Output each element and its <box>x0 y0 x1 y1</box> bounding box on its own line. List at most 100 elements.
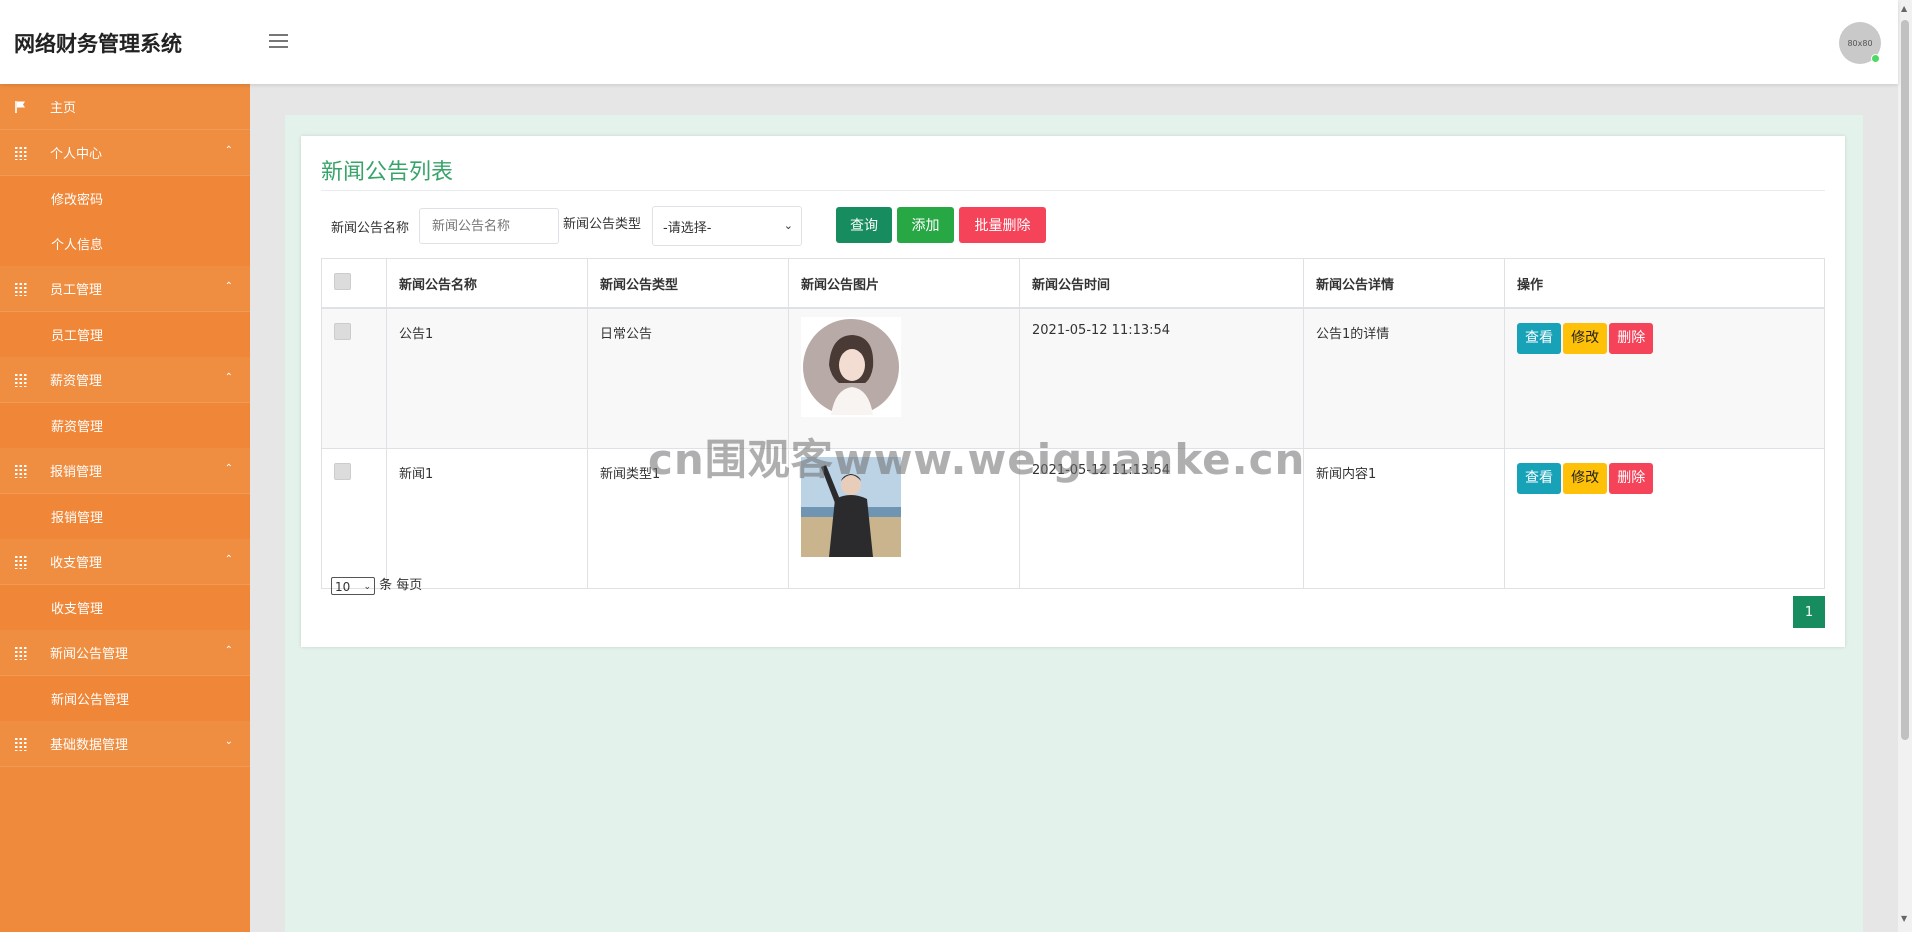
chevron-up-icon: ⌃ <box>224 463 233 474</box>
scroll-up-arrow-icon[interactable]: ▲ <box>1901 4 1907 13</box>
news-detail-cell: 新闻内容1 <box>1303 448 1505 589</box>
sidebar-group-personal-center[interactable]: 个人中心 ⌃ <box>0 130 250 176</box>
news-name-cell: 公告1 <box>386 307 588 449</box>
column-header: 新闻公告名称 <box>386 258 588 309</box>
sidebar-item-label: 报销管理 <box>50 465 103 480</box>
sidebar-item-label: 修改密码 <box>51 193 104 208</box>
row-checkbox-cell <box>321 307 387 449</box>
page-scrollbar[interactable]: ▲ ▼ <box>1898 0 1912 932</box>
chevron-down-icon: ⌄ <box>224 736 233 747</box>
watermark: cn围观客www.weiguanke.cn <box>648 435 1306 484</box>
name-filter-label: 新闻公告名称 <box>331 221 410 236</box>
page-number-button[interactable]: 1 <box>1793 596 1825 628</box>
news-image <box>801 317 901 417</box>
page-size-suffix: 条 每页 <box>379 578 423 593</box>
row-checkbox[interactable] <box>334 323 351 340</box>
online-status-dot <box>1871 54 1880 63</box>
sidebar-item-employee-management[interactable]: 员工管理 <box>0 312 250 357</box>
actions-cell: 查看 修改 删除 <box>1504 307 1825 449</box>
sidebar-group-basic-data[interactable]: 基础数据管理 ⌄ <box>0 721 250 767</box>
select-all-checkbox[interactable] <box>334 272 351 290</box>
chevron-up-icon: ⌃ <box>224 554 233 565</box>
sidebar-item-label: 新闻公告管理 <box>50 647 129 662</box>
scrollbar-thumb[interactable] <box>1901 20 1909 740</box>
avatar[interactable]: 80x80 <box>1839 22 1881 64</box>
search-form: 新闻公告名称 新闻公告类型 -请选择- ⌄ 查询 添加 批量删除 <box>331 206 1831 248</box>
menu-toggle-icon[interactable] <box>269 34 288 48</box>
type-select-value: -请选择- <box>663 220 712 236</box>
news-table: 新闻公告名称 新闻公告类型 新闻公告图片 新闻公告时间 新闻公告详情 操作 公告… <box>321 258 1825 589</box>
app-title: 网络财务管理系统 <box>14 32 182 56</box>
edit-button[interactable]: 修改 <box>1563 463 1608 494</box>
chevron-down-icon: ⌄ <box>783 219 793 232</box>
row-checkbox-cell <box>321 448 387 589</box>
sidebar-item-label: 个人中心 <box>50 147 103 162</box>
sidebar-item-news-management[interactable]: 新闻公告管理 <box>0 676 250 721</box>
name-search-input[interactable] <box>419 208 559 244</box>
sidebar: 主页 个人中心 ⌃ 修改密码 个人信息 员工管理 ⌃ 员工管理 薪资管理 ⌃ 薪… <box>0 84 250 932</box>
column-header: 新闻公告图片 <box>788 258 1020 309</box>
type-filter-label: 新闻公告类型 <box>563 217 642 232</box>
sidebar-item-label: 报销管理 <box>51 511 104 526</box>
scroll-down-arrow-icon[interactable]: ▼ <box>1901 914 1907 923</box>
sidebar-item-label: 收支管理 <box>51 602 104 617</box>
view-button[interactable]: 查看 <box>1517 463 1561 494</box>
chevron-up-icon: ⌃ <box>224 645 233 656</box>
delete-button[interactable]: 删除 <box>1609 463 1654 494</box>
top-bar: 网络财务管理系统 80x80 <box>0 0 1898 84</box>
sidebar-group-salary[interactable]: 薪资管理 ⌃ <box>0 357 250 403</box>
sidebar-item-label: 新闻公告管理 <box>51 693 130 708</box>
page-title: 新闻公告列表 <box>321 160 454 185</box>
column-header: 新闻公告时间 <box>1019 258 1304 309</box>
chevron-up-icon: ⌃ <box>224 145 233 156</box>
query-button[interactable]: 查询 <box>836 207 892 243</box>
grid-icon <box>14 736 28 751</box>
sidebar-item-label: 基础数据管理 <box>50 738 129 753</box>
grid-icon <box>14 554 28 569</box>
type-select[interactable]: -请选择- ⌄ <box>652 206 802 246</box>
grid-icon <box>14 281 28 296</box>
grid-icon <box>14 645 28 660</box>
sidebar-item-reimbursement-management[interactable]: 报销管理 <box>0 494 250 539</box>
chevron-up-icon: ⌃ <box>224 372 233 383</box>
view-button[interactable]: 查看 <box>1517 323 1561 354</box>
grid-icon <box>14 463 28 478</box>
flag-icon <box>15 100 25 113</box>
sidebar-item-label: 个人信息 <box>51 238 104 253</box>
divider <box>321 190 1825 191</box>
delete-button[interactable]: 删除 <box>1609 323 1654 354</box>
column-header: 新闻公告详情 <box>1303 258 1505 309</box>
sidebar-item-change-password[interactable]: 修改密码 <box>0 176 250 221</box>
sidebar-item-personal-info[interactable]: 个人信息 <box>0 221 250 266</box>
select-all-cell <box>321 258 387 309</box>
sidebar-group-employee[interactable]: 员工管理 ⌃ <box>0 266 250 312</box>
edit-button[interactable]: 修改 <box>1563 323 1608 354</box>
add-button[interactable]: 添加 <box>897 207 954 243</box>
sidebar-group-news[interactable]: 新闻公告管理 ⌃ <box>0 630 250 676</box>
column-header: 新闻公告类型 <box>587 258 789 309</box>
row-checkbox[interactable] <box>334 463 351 480</box>
sidebar-item-label: 收支管理 <box>50 556 103 571</box>
sidebar-item-label: 员工管理 <box>50 283 103 298</box>
page-size-control: 10 ⌄ 条 每页 <box>331 574 422 595</box>
sidebar-item-label: 员工管理 <box>51 329 104 344</box>
sidebar-group-income-expense[interactable]: 收支管理 ⌃ <box>0 539 250 585</box>
sidebar-group-reimbursement[interactable]: 报销管理 ⌃ <box>0 448 250 494</box>
column-header: 操作 <box>1504 258 1825 309</box>
batch-delete-button[interactable]: 批量删除 <box>959 207 1046 243</box>
news-name-cell: 新闻1 <box>386 448 588 589</box>
sidebar-item-salary-management[interactable]: 薪资管理 <box>0 403 250 448</box>
sidebar-item-income-expense-management[interactable]: 收支管理 <box>0 585 250 630</box>
news-list-card: 新闻公告列表 新闻公告名称 新闻公告类型 -请选择- ⌄ 查询 添加 批量删除 … <box>301 136 1845 647</box>
page-size-select[interactable]: 10 ⌄ <box>331 576 375 595</box>
sidebar-item-label: 薪资管理 <box>50 374 103 389</box>
grid-icon <box>14 145 28 160</box>
chevron-up-icon: ⌃ <box>224 281 233 292</box>
grid-icon <box>14 372 28 387</box>
sidebar-item-home[interactable]: 主页 <box>0 84 250 130</box>
news-detail-cell: 公告1的详情 <box>1303 307 1505 449</box>
table-header-row: 新闻公告名称 新闻公告类型 新闻公告图片 新闻公告时间 新闻公告详情 操作 <box>321 258 1825 309</box>
avatar-placeholder-text: 80x80 <box>1847 38 1873 48</box>
chevron-down-icon: ⌄ <box>363 581 371 592</box>
page-size-value: 10 <box>335 579 351 594</box>
